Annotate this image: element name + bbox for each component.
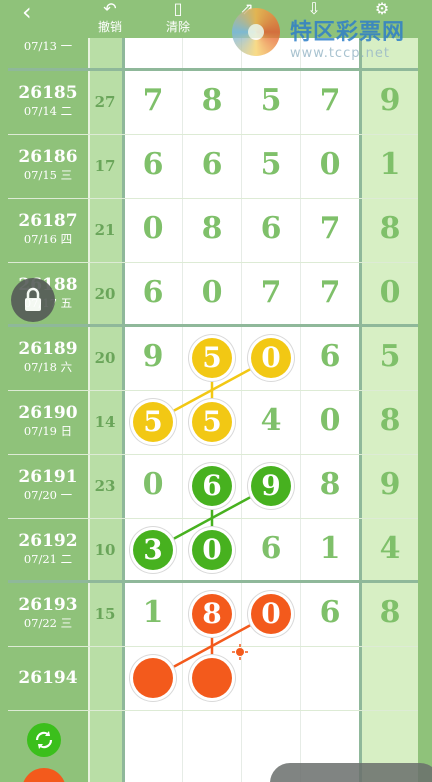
refresh-icon: [35, 731, 53, 749]
logo-url: www.tccp.net: [290, 46, 390, 61]
highlight-ball[interactable]: 5: [192, 402, 232, 442]
phone-clear-icon: ▯: [173, 0, 183, 18]
chevron-left-icon: ‹: [22, 0, 32, 26]
highlight-ball[interactable]: 6: [192, 466, 232, 506]
refresh-button[interactable]: [27, 723, 61, 757]
clear-button[interactable]: ▯ 清除: [163, 0, 193, 35]
highlight-ball[interactable]: 5: [133, 402, 173, 442]
highlight-ball[interactable]: 9: [251, 466, 291, 506]
highlight-ball[interactable]: [133, 658, 173, 698]
highlight-ball[interactable]: 0: [251, 594, 291, 634]
highlight-ball[interactable]: 0: [251, 338, 291, 378]
highlight-ball[interactable]: [192, 658, 232, 698]
logo-mark-icon: [232, 8, 280, 56]
logo-title: 特区彩票网: [290, 20, 406, 45]
site-logo: 特区彩票网 www.tccp.net: [232, 8, 432, 64]
pointer-marker-icon: [232, 644, 248, 660]
highlight-ball[interactable]: 0: [192, 530, 232, 570]
highlight-ball[interactable]: 8: [192, 594, 232, 634]
undo-label: 撤销: [97, 20, 122, 34]
highlight-ball[interactable]: 3: [133, 530, 173, 570]
highlight-ball[interactable]: 5: [192, 338, 232, 378]
clear-label: 清除: [165, 20, 190, 34]
lock-button[interactable]: [11, 278, 55, 322]
back-button[interactable]: ‹: [22, 0, 46, 26]
trend-chart-screen: 07/13 一 26185 07/14 二 27 7 8 5 7 9 26186 07/15 三 17…: [0, 0, 432, 782]
undo-icon: ↶: [103, 0, 117, 18]
bottom-panel-handle[interactable]: [270, 763, 432, 782]
undo-button[interactable]: ↶ 撤销: [95, 0, 125, 35]
lock-icon: [25, 287, 41, 311]
